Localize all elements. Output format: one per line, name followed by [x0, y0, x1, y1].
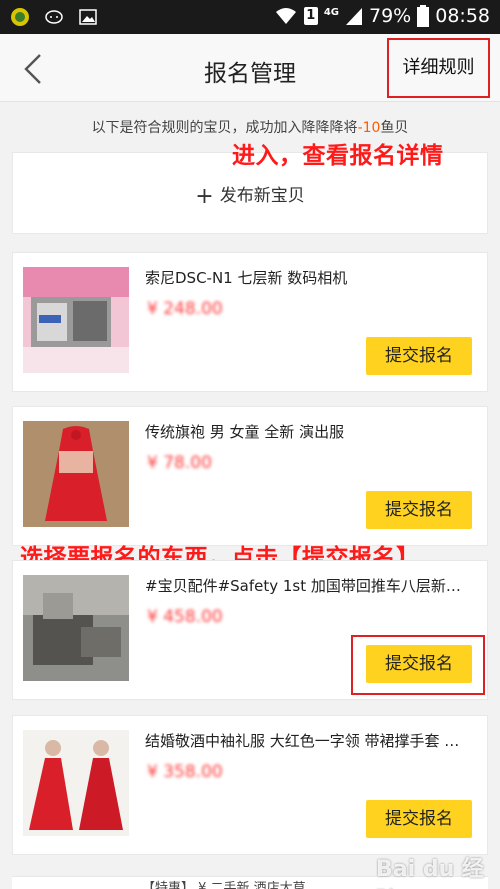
chat-notification-icon	[45, 10, 63, 24]
watermark: Bai du 经验	[376, 857, 484, 882]
item-title: 索尼DSC-N1 七层新 数码相机	[145, 269, 348, 287]
notice-highlight: -10	[357, 120, 381, 136]
item-card[interactable]: 传统旗袍 男 女童 全新 演出服 ¥ 78.00 提交报名	[12, 406, 488, 546]
network-type: 4G	[323, 6, 339, 18]
submit-highlight-box	[351, 635, 485, 695]
partial-item-title: 【特惠】 ¥ 二手新 酒店大草…	[142, 881, 319, 889]
submit-signup-button[interactable]: 提交报名	[366, 800, 472, 838]
submit-signup-button[interactable]: 提交报名	[366, 337, 472, 375]
item-title: 结婚敬酒中袖礼服 大红色一字领 带裙撑手套 …	[145, 732, 460, 750]
publish-label: 发布新宝贝	[219, 186, 305, 206]
item-price: ¥ 248.00	[147, 299, 223, 319]
item-card[interactable]: 索尼DSC-N1 七层新 数码相机 ¥ 248.00 提交报名	[12, 252, 488, 392]
item-thumbnail	[23, 421, 129, 527]
rules-link[interactable]: 详细规则	[387, 38, 490, 98]
item-thumbnail	[23, 267, 129, 373]
rules-notice: 以下是符合规则的宝贝，成功加入降降降将-10鱼贝	[0, 117, 500, 137]
battery-percent: 79%	[369, 5, 412, 27]
item-thumbnail	[23, 730, 129, 836]
item-price: ¥ 458.00	[147, 607, 223, 627]
item-title: #宝贝配件#Safety 1st 加国带回推车八层新…	[145, 577, 461, 595]
plus-icon: +	[195, 184, 214, 209]
nav-bar: 报名管理 详细规则	[0, 34, 500, 102]
notice-suffix: 鱼贝	[380, 120, 409, 136]
signal-icon	[346, 8, 362, 25]
item-price: ¥ 78.00	[147, 453, 212, 473]
image-notification-icon	[79, 9, 97, 25]
item-title: 传统旗袍 男 女童 全新 演出服	[145, 423, 345, 441]
item-card[interactable]: 结婚敬酒中袖礼服 大红色一字领 带裙撑手套 … ¥ 358.00 提交报名	[12, 715, 488, 855]
app-notification-icon	[11, 8, 29, 26]
sim-indicator: 1	[303, 7, 318, 25]
clock: 08:58	[435, 5, 490, 27]
status-bar: 1 4G 79% 08:58	[0, 0, 500, 34]
item-card[interactable]: #宝贝配件#Safety 1st 加国带回推车八层新… ¥ 458.00 提交报…	[12, 560, 488, 700]
battery-icon	[417, 5, 430, 27]
notice-prefix: 以下是符合规则的宝贝，成功加入降降降将	[91, 120, 358, 136]
annotation-enter: 进入，查看报名详情	[232, 143, 444, 169]
wifi-icon	[275, 8, 296, 24]
item-thumbnail	[23, 575, 129, 681]
submit-signup-button[interactable]: 提交报名	[366, 491, 472, 529]
item-price: ¥ 358.00	[147, 762, 223, 782]
